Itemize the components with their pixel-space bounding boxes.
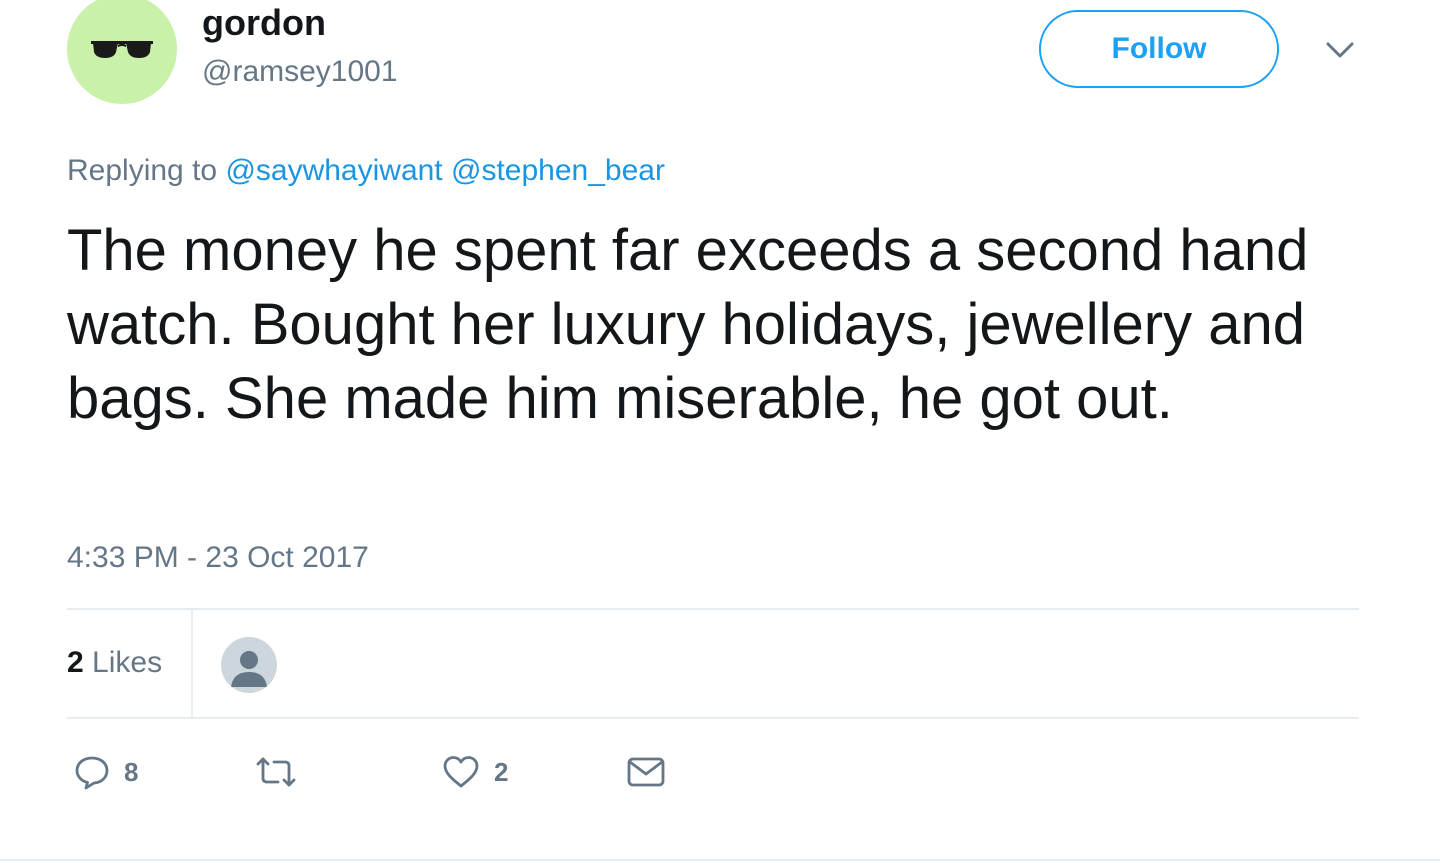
tweet-timestamp[interactable]: 4:33 PM - 23 Oct 2017 [67, 540, 369, 576]
author-handle[interactable]: @ramsey1001 [202, 54, 398, 90]
divider [67, 717, 1359, 719]
sunglasses-icon [91, 41, 153, 58]
envelope-icon [627, 757, 665, 787]
retweet-icon [256, 757, 296, 787]
likes-stat[interactable]: 2 Likes [67, 645, 162, 681]
reply-count: 8 [124, 757, 139, 787]
divider [191, 610, 193, 717]
author-display-name[interactable]: gordon [202, 2, 326, 44]
like-count: 2 [494, 757, 509, 787]
default-user-icon [231, 651, 267, 687]
likes-label: Likes [92, 646, 163, 679]
chevron-down-icon[interactable] [1322, 36, 1358, 64]
direct-message-action[interactable] [626, 752, 666, 792]
reply-context-prefix: Replying to [67, 154, 218, 187]
reply-action[interactable]: 8 [74, 752, 138, 792]
mention-link-stephen-bear[interactable]: @stephen_bear [451, 154, 665, 187]
tweet-text: The money he spent far exceeds a second … [67, 218, 1309, 431]
divider [0, 859, 1440, 861]
retweet-action[interactable] [254, 752, 312, 792]
reply-icon [75, 756, 109, 790]
reply-context: Replying to @saywhayiwant @stephen_bear [67, 153, 665, 189]
likes-count: 2 [67, 646, 84, 679]
mention-link-saywhayiwant[interactable]: @saywhayiwant [225, 154, 442, 187]
like-action[interactable]: 2 [442, 752, 508, 792]
divider [67, 608, 1359, 610]
heart-icon [443, 756, 479, 788]
liker-avatar[interactable] [221, 637, 277, 693]
follow-button[interactable]: Follow [1039, 10, 1279, 88]
author-avatar[interactable] [67, 0, 177, 104]
